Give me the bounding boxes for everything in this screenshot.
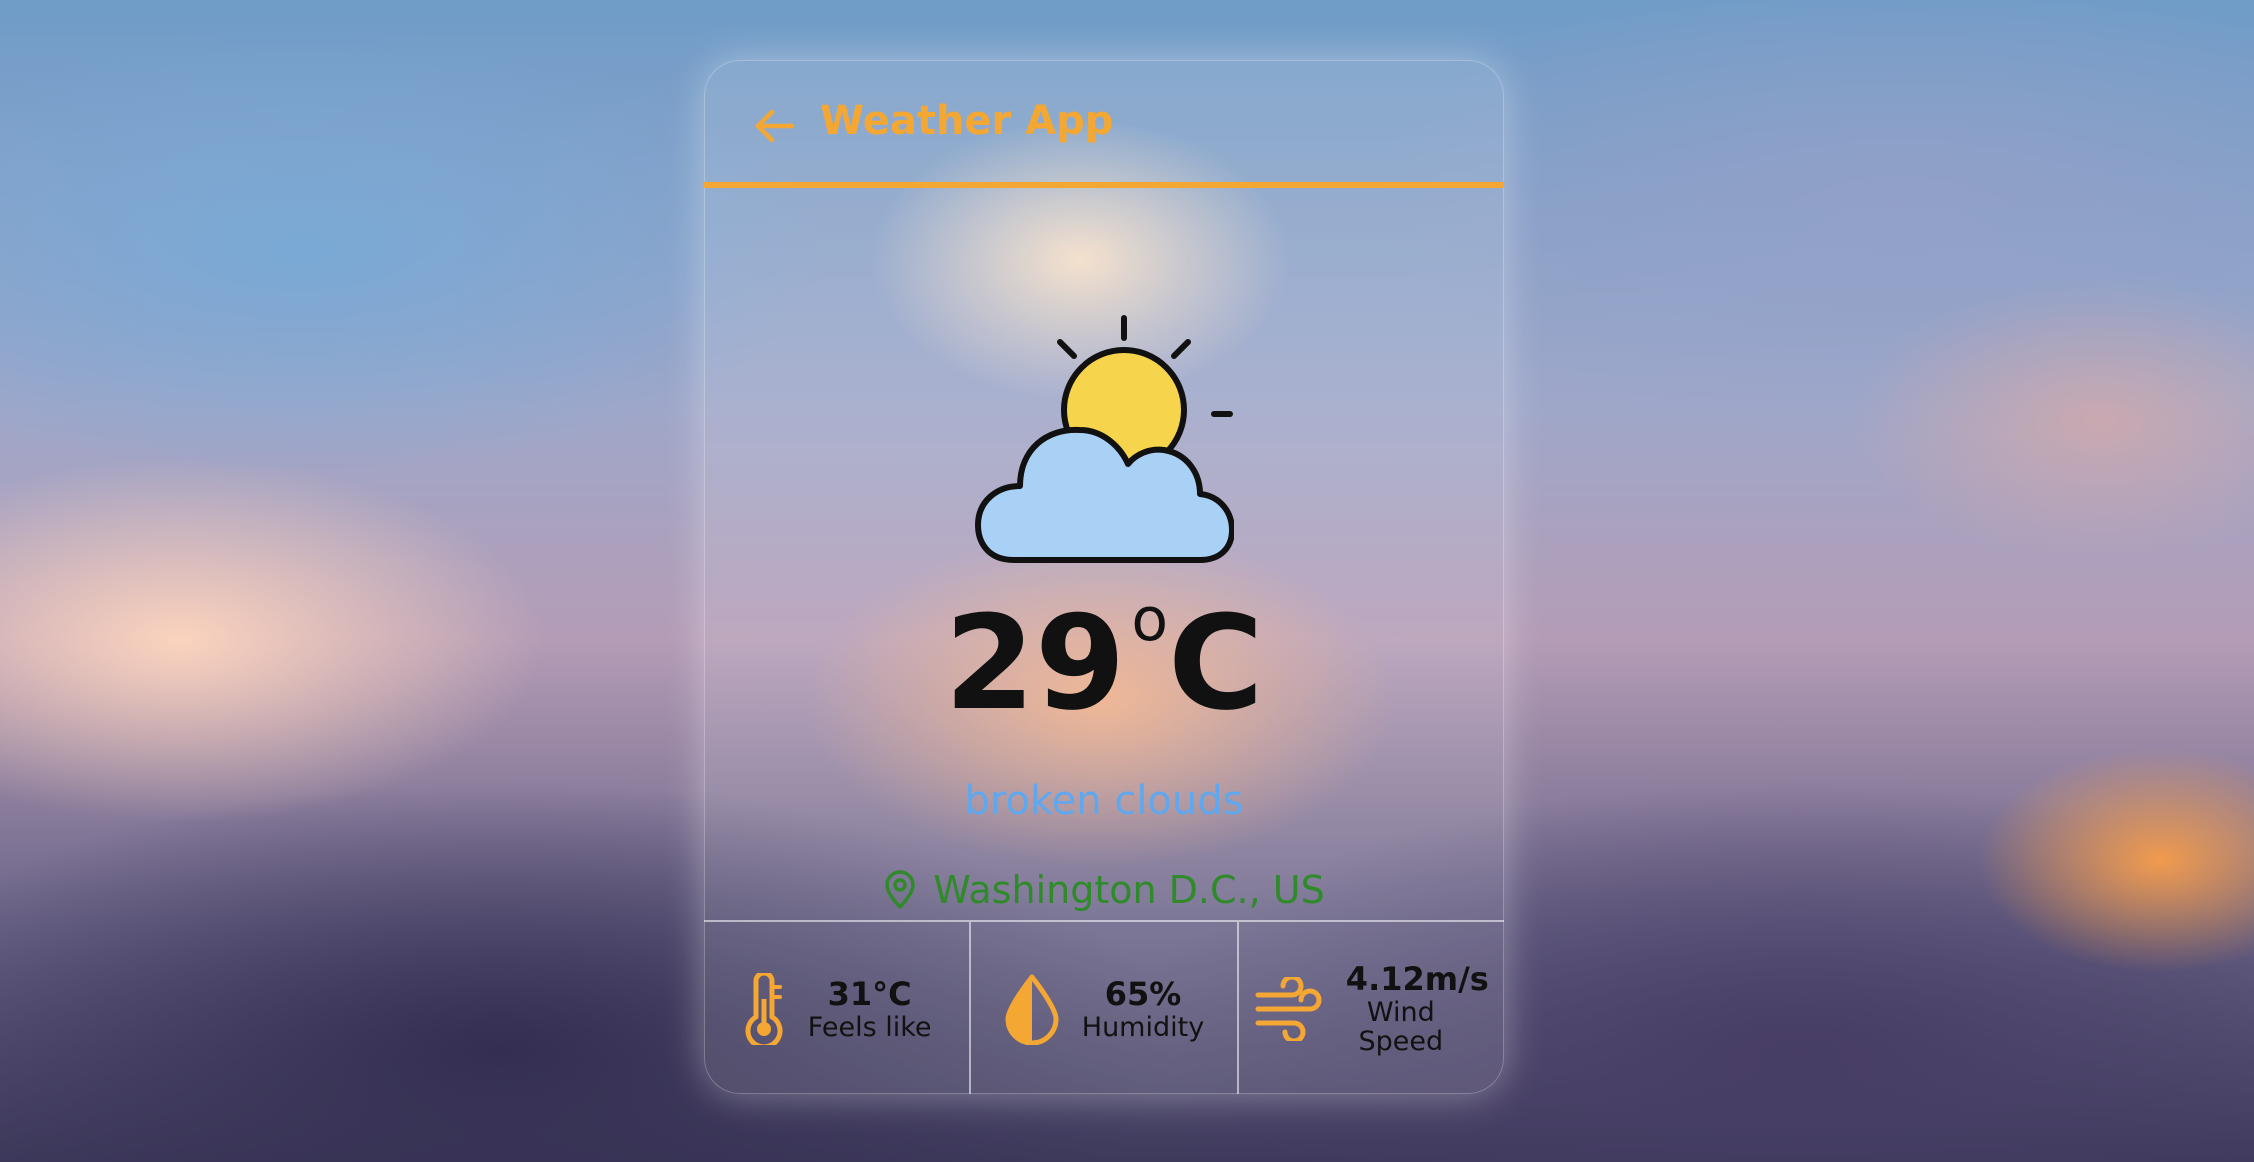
wind-icon <box>1255 977 1322 1041</box>
degree-symbol: o <box>1131 585 1169 655</box>
back-arrow-icon[interactable] <box>752 104 796 148</box>
stat-feels-like: 31°C Feels like <box>704 922 969 1094</box>
location-row: Washington D.C., US <box>704 868 1504 912</box>
thermometer-icon <box>745 973 783 1045</box>
weather-card: Weather App 29 oC broken clouds Washingto… <box>704 60 1504 1094</box>
header-bar: Weather App <box>704 60 1504 188</box>
feels-like-value: 31°C <box>827 974 912 1013</box>
stat-wind: 4.12m/s Wind Speed <box>1236 922 1504 1094</box>
stat-humidity: 65% Humidity <box>969 922 1236 1094</box>
weather-description: broken clouds <box>964 778 1244 824</box>
temperature-unit: C <box>1168 587 1264 739</box>
location-pin-icon <box>885 870 916 909</box>
wind-speed-value: 4.12m/s <box>1345 959 1489 998</box>
humidity-label: Humidity <box>1081 1011 1205 1043</box>
feels-like-label: Feels like <box>807 1011 932 1043</box>
temperature-value: 29 <box>944 587 1126 739</box>
sun-behind-cloud-icon <box>975 315 1234 563</box>
humidity-value: 65% <box>1104 974 1182 1013</box>
droplet-icon <box>1005 974 1059 1045</box>
wind-speed-label: Wind Speed <box>1358 996 1444 1058</box>
location-name: Washington D.C., US <box>933 868 1325 912</box>
app-title: Weather App <box>820 98 1114 144</box>
temperature-display: 29 oC <box>704 590 1504 728</box>
stats-bar: 31°C Feels like 65% Humidity 4.12m/s Win… <box>704 920 1504 1094</box>
